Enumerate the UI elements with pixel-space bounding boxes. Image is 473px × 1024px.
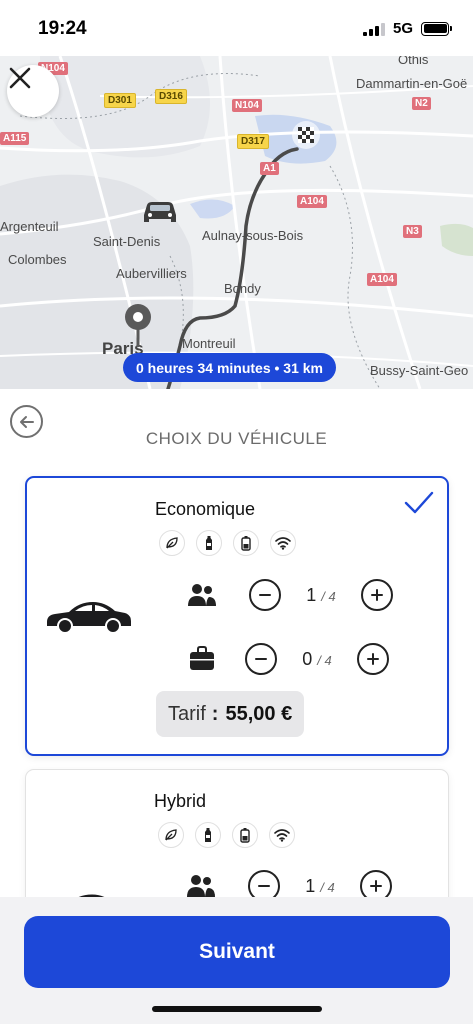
status-indicators: 5G bbox=[362, 20, 452, 37]
minus-icon bbox=[258, 885, 270, 887]
road-tag-n2: N2 bbox=[412, 97, 431, 110]
passengers-increment-button[interactable] bbox=[360, 870, 392, 897]
next-button[interactable]: Suivant bbox=[24, 916, 450, 988]
status-bar: 19:24 5G bbox=[0, 0, 473, 56]
map-label-saint-denis: Saint-Denis bbox=[93, 234, 161, 249]
road-tag-d301: D301 bbox=[104, 93, 136, 108]
road-tag-a104-a: A104 bbox=[297, 195, 327, 208]
route-map[interactable]: Othis Dammartin-en-Goë Argenteuil Saint-… bbox=[0, 56, 473, 389]
amenities-list bbox=[158, 822, 295, 848]
network-label: 5G bbox=[392, 20, 413, 37]
water-bottle-icon bbox=[196, 530, 222, 556]
map-label-bondy: Bondy bbox=[224, 281, 261, 296]
map-label-aulnay: Aulnay-sous-Bois bbox=[202, 228, 304, 243]
luggage-count: 0 / 4 bbox=[302, 648, 332, 669]
passenger-counter: 1 / 4 bbox=[184, 870, 392, 897]
map-label-montreuil: Montreuil bbox=[182, 336, 236, 351]
signal-icon bbox=[362, 22, 385, 36]
battery-icon bbox=[421, 21, 452, 36]
wifi-icon bbox=[270, 530, 296, 556]
price-value: 55,00 € bbox=[225, 702, 293, 725]
eco-leaf-icon bbox=[159, 530, 185, 556]
passengers-increment-button[interactable] bbox=[361, 579, 393, 611]
passengers-count: 1 / 4 bbox=[305, 875, 335, 896]
map-label-othis: Othis bbox=[398, 56, 429, 67]
route-summary-badge: 0 heures 34 minutes • 31 km bbox=[123, 353, 336, 382]
map-label-colombes: Colombes bbox=[8, 252, 67, 267]
road-tag-n3: N3 bbox=[403, 225, 422, 238]
driver-car-icon bbox=[144, 202, 176, 222]
plus-icon bbox=[371, 589, 383, 601]
passengers-icon bbox=[184, 873, 218, 897]
road-tag-a1: A1 bbox=[260, 162, 279, 175]
vehicle-card-economique[interactable]: Economique 1 / 4 0 / 4 Tarif: 55,00 € bbox=[25, 476, 449, 756]
map-label-aubervilliers: Aubervilliers bbox=[116, 266, 187, 281]
vehicle-name: Economique bbox=[155, 499, 256, 519]
battery-charger-icon bbox=[232, 822, 258, 848]
map-label-argenteuil: Argenteuil bbox=[0, 219, 59, 234]
destination-flag-icon bbox=[292, 121, 320, 149]
road-tag-d316: D316 bbox=[155, 89, 187, 104]
close-button[interactable] bbox=[7, 65, 59, 117]
road-tag-a115: A115 bbox=[0, 132, 30, 145]
sedan-car-icon bbox=[78, 894, 105, 897]
home-indicator[interactable] bbox=[152, 1006, 322, 1012]
passengers-decrement-button[interactable] bbox=[249, 579, 281, 611]
passengers-icon bbox=[185, 582, 219, 608]
amenities-list bbox=[159, 530, 296, 556]
minus-icon bbox=[259, 594, 271, 596]
map-label-bussy: Bussy-Saint-Geo bbox=[370, 363, 469, 378]
footer-bar: Suivant bbox=[0, 897, 473, 1024]
price-badge: Tarif : 55,00 € bbox=[156, 691, 305, 737]
close-icon bbox=[9, 67, 31, 89]
check-icon bbox=[404, 491, 434, 514]
minus-icon bbox=[255, 658, 267, 660]
map-label-dammartin: Dammartin-en-Goë bbox=[356, 76, 468, 91]
arrow-left-icon bbox=[19, 415, 34, 428]
luggage-counter: 0 / 4 bbox=[185, 643, 389, 675]
passenger-counter: 1 / 4 bbox=[185, 579, 393, 611]
luggage-decrement-button[interactable] bbox=[245, 643, 277, 675]
road-tag-d317: D317 bbox=[237, 134, 269, 149]
wifi-icon bbox=[269, 822, 295, 848]
vehicle-selection-panel: CHOIX DU VÉHICULE Economique 1 / 4 0 / 4… bbox=[0, 389, 473, 897]
vehicle-name: Hybrid bbox=[154, 791, 207, 811]
status-time: 19:24 bbox=[38, 18, 87, 39]
vehicle-card-hybrid[interactable]: Hybrid 1 / 4 bbox=[25, 769, 449, 897]
sedan-car-icon bbox=[47, 602, 131, 634]
plus-icon bbox=[367, 653, 379, 665]
passengers-decrement-button[interactable] bbox=[248, 870, 280, 897]
passengers-count: 1 / 4 bbox=[306, 584, 336, 605]
plus-icon bbox=[370, 880, 382, 892]
luggage-icon bbox=[185, 646, 219, 672]
eco-leaf-icon bbox=[158, 822, 184, 848]
battery-charger-icon bbox=[233, 530, 259, 556]
origin-pin-icon bbox=[125, 304, 151, 347]
section-title: CHOIX DU VÉHICULE bbox=[145, 429, 328, 448]
road-tag-n104: N104 bbox=[232, 99, 262, 112]
water-bottle-icon bbox=[195, 822, 221, 848]
road-tag-a104-b: A104 bbox=[367, 273, 397, 286]
luggage-increment-button[interactable] bbox=[357, 643, 389, 675]
